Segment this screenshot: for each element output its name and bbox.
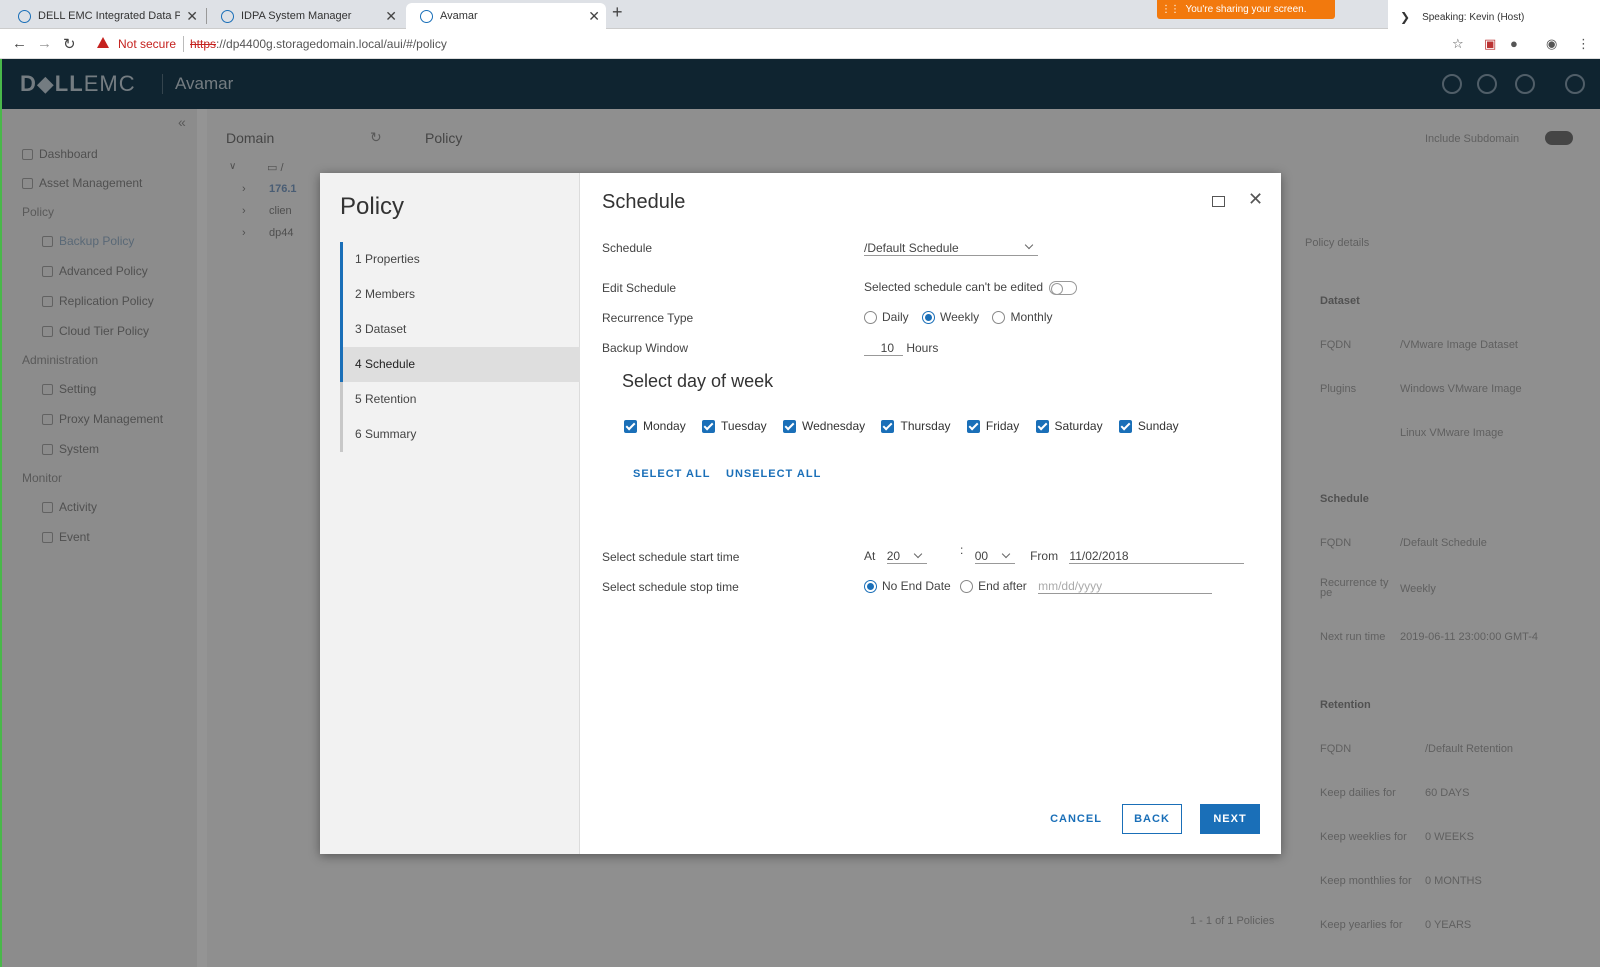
forward-arrow-icon[interactable]: → bbox=[37, 35, 52, 52]
reload-icon[interactable]: ↻ bbox=[63, 35, 76, 53]
step-properties[interactable]: 1 Properties bbox=[340, 242, 580, 277]
step-retention[interactable]: 5 Retention bbox=[340, 382, 580, 417]
wizard-title: Policy bbox=[340, 193, 405, 220]
schedule-label: Schedule bbox=[602, 241, 653, 255]
minute-select[interactable]: 00 bbox=[974, 549, 1015, 564]
hour-select[interactable]: 20 bbox=[886, 549, 927, 564]
day-saturday-checkbox[interactable]: Saturday bbox=[1035, 419, 1103, 433]
chevron-down-icon bbox=[1024, 240, 1034, 250]
edit-schedule-toggle[interactable] bbox=[1049, 280, 1078, 295]
separator bbox=[183, 36, 184, 52]
security-status[interactable]: Not secure bbox=[118, 37, 176, 51]
day-thursday-checkbox[interactable]: Thursday bbox=[881, 419, 951, 433]
stop-time-row: No End Date End after mm/dd/yyyy bbox=[864, 579, 1213, 594]
chevron-right-icon[interactable]: ❯ bbox=[1400, 10, 1410, 24]
close-tab-icon[interactable]: ✕ bbox=[186, 8, 198, 25]
stop-time-label: Select schedule stop time bbox=[602, 580, 739, 594]
start-time-row: At 20 : 00 From 11/02/2018 bbox=[864, 543, 1245, 564]
back-arrow-icon[interactable]: ← bbox=[12, 35, 27, 52]
radio-monthly[interactable]: Monthly bbox=[992, 310, 1053, 325]
address-bar: ← → ↻ Not secure https://dp4400g.storage… bbox=[0, 29, 1600, 59]
from-date-input[interactable]: 11/02/2018 bbox=[1069, 549, 1245, 564]
recurrence-type-group: Daily Weekly Monthly bbox=[864, 310, 1053, 325]
edit-schedule-row: Selected schedule can't be edited bbox=[864, 280, 1078, 295]
screen-share-banner[interactable]: ⋮⋮ You're sharing your screen. bbox=[1157, 0, 1335, 19]
edit-schedule-label: Edit Schedule bbox=[602, 281, 677, 295]
step-schedule[interactable]: 4 Schedule bbox=[340, 347, 580, 382]
url-field[interactable]: https://dp4400g.storagedomain.local/aui/… bbox=[190, 37, 447, 51]
browser-tab-bar: DELL EMC Integrated Data Protec ✕ IDPA S… bbox=[0, 0, 1600, 34]
menu-kebab-icon[interactable]: ⋮ bbox=[1577, 36, 1590, 52]
radio-weekly[interactable]: Weekly bbox=[922, 310, 979, 325]
browser-tab-system-manager[interactable]: IDPA System Manager ✕ bbox=[207, 3, 403, 29]
browser-tab-avamar[interactable]: Avamar ✕ bbox=[406, 3, 606, 29]
chevron-down-icon bbox=[1001, 549, 1010, 559]
policy-wizard-dialog: Policy 1 Properties 2 Members 3 Dataset … bbox=[320, 173, 1281, 854]
day-sunday-checkbox[interactable]: Sunday bbox=[1118, 419, 1179, 433]
day-monday-checkbox[interactable]: Monday bbox=[624, 419, 686, 433]
extension-icon[interactable]: ● bbox=[1510, 36, 1518, 51]
maximize-icon[interactable] bbox=[1212, 196, 1225, 207]
radio-daily[interactable]: Daily bbox=[864, 310, 909, 325]
day-wednesday-checkbox[interactable]: Wednesday bbox=[782, 419, 865, 433]
close-tab-icon[interactable]: ✕ bbox=[385, 8, 397, 25]
warning-icon bbox=[97, 37, 109, 48]
close-tab-icon[interactable]: ✕ bbox=[588, 8, 600, 25]
recurrence-type-label: Recurrence Type bbox=[602, 311, 694, 325]
backup-window-label: Backup Window bbox=[602, 341, 689, 355]
radio-no-end-date[interactable]: No End Date bbox=[864, 579, 951, 594]
back-button[interactable]: BACK bbox=[1122, 804, 1182, 834]
new-tab-icon[interactable]: + bbox=[612, 2, 623, 23]
cancel-button[interactable]: CANCEL bbox=[1044, 804, 1108, 834]
wizard-steps: Policy 1 Properties 2 Members 3 Dataset … bbox=[320, 173, 580, 854]
wizard-content: Schedule ✕ Schedule /Default Schedule Ed… bbox=[602, 173, 1281, 854]
next-button[interactable]: NEXT bbox=[1200, 804, 1260, 834]
dell-favicon-icon bbox=[221, 9, 234, 23]
day-tuesday-checkbox[interactable]: Tuesday bbox=[702, 419, 767, 433]
day-friday-checkbox[interactable]: Friday bbox=[966, 419, 1019, 433]
profile-icon[interactable]: ◉ bbox=[1546, 36, 1557, 52]
share-border bbox=[0, 59, 2, 967]
step-members[interactable]: 2 Members bbox=[340, 277, 580, 312]
backup-window-input[interactable]: 10 bbox=[864, 341, 903, 356]
start-time-label: Select schedule start time bbox=[602, 550, 740, 564]
bookmark-star-icon[interactable]: ☆ bbox=[1452, 36, 1464, 52]
chevron-down-icon bbox=[913, 549, 922, 559]
select-all-button[interactable]: SELECT ALL bbox=[633, 468, 710, 480]
step-summary[interactable]: 6 Summary bbox=[340, 417, 580, 452]
dell-favicon-icon bbox=[18, 9, 31, 23]
drag-grip-icon[interactable]: ⋮⋮ bbox=[1161, 0, 1180, 19]
close-icon[interactable]: ✕ bbox=[1248, 189, 1263, 210]
backup-window-row: 10 Hours bbox=[864, 341, 938, 356]
browser-tab-idpa[interactable]: DELL EMC Integrated Data Protec ✕ bbox=[4, 3, 204, 29]
step-dataset[interactable]: 3 Dataset bbox=[340, 312, 580, 347]
section-title: Schedule bbox=[602, 191, 686, 213]
pdf-extension-icon[interactable]: ▣ bbox=[1484, 36, 1496, 52]
days-title: Select day of week bbox=[622, 371, 774, 391]
days-row: Monday Tuesday Wednesday Thursday Friday… bbox=[624, 419, 1192, 436]
radio-end-after[interactable]: End after bbox=[960, 579, 1027, 594]
schedule-select[interactable]: /Default Schedule bbox=[864, 240, 1038, 256]
unselect-all-button[interactable]: UNSELECT ALL bbox=[726, 468, 821, 480]
dell-favicon-icon bbox=[420, 9, 433, 23]
end-date-input[interactable]: mm/dd/yyyy bbox=[1038, 579, 1213, 594]
